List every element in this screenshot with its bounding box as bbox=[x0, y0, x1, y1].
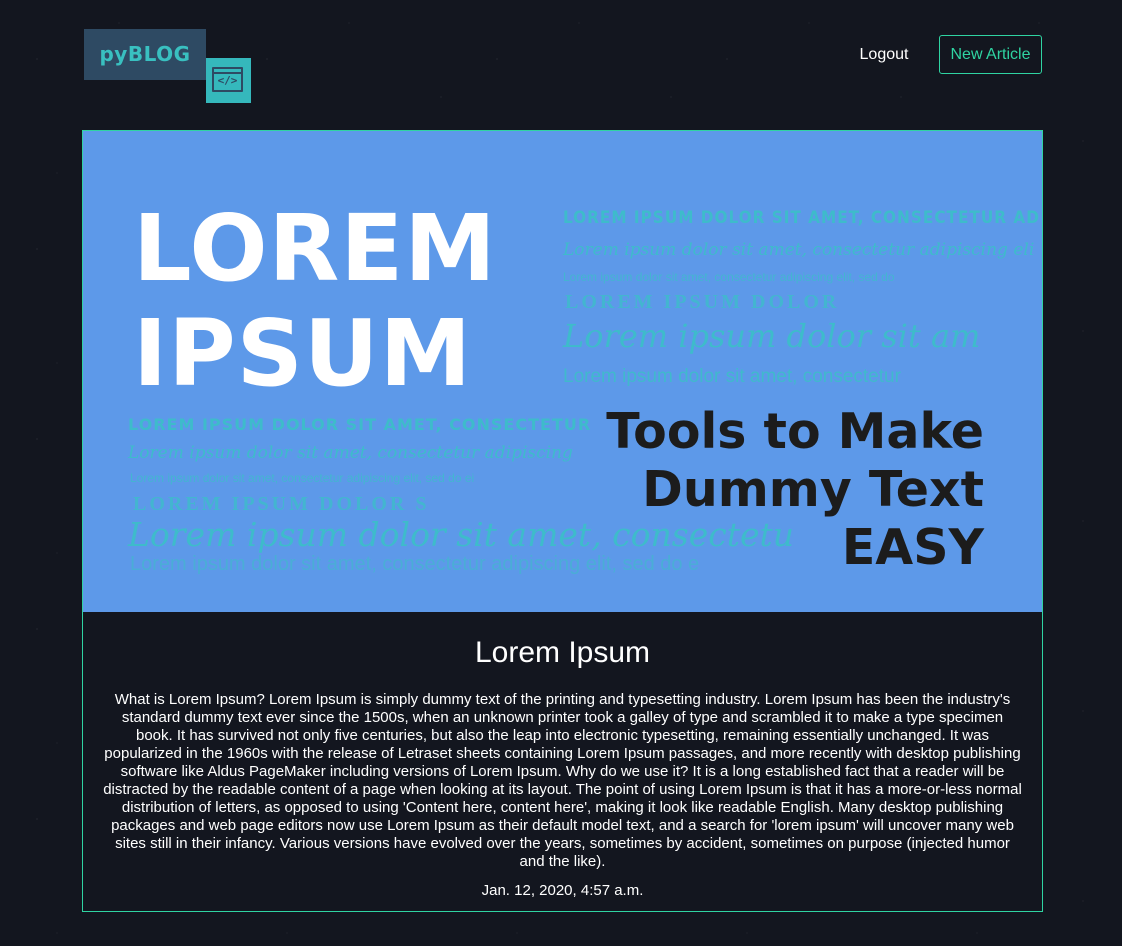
hero-tagline-line: Dummy Text bbox=[642, 461, 984, 518]
hero-deco-text: Lorem ipsum dolor sit amet, consectetur … bbox=[130, 471, 475, 485]
hero-big-text-ipsum: IPSUM bbox=[133, 300, 473, 407]
hero-tagline-line: EASY bbox=[841, 519, 984, 576]
hero-deco-text: LOREM IPSUM DOLOR SIT AMET, CONSECTETUR bbox=[128, 415, 592, 434]
hero-deco-text: LOREM IPSUM DOLOR SIT AMET, CONSECTETUR … bbox=[563, 208, 1040, 228]
hero-deco-text: Lorem ipsum dolor sit am bbox=[563, 317, 981, 355]
hero-deco-text: LOREM IPSUM DOLOR bbox=[565, 291, 840, 313]
logo-text: pyBLOG bbox=[84, 29, 206, 80]
hero-tagline: Tools to Make Dummy Text EASY bbox=[606, 403, 984, 577]
new-article-button[interactable]: New Article bbox=[939, 35, 1042, 74]
site-logo[interactable]: pyBLOG </> bbox=[84, 29, 252, 105]
article-title: Lorem Ipsum bbox=[474, 636, 651, 669]
article-body: What is Lorem Ipsum? Lorem Ipsum is simp… bbox=[103, 691, 1022, 870]
logo-icon-glyph: </> bbox=[217, 74, 238, 87]
hero-deco-text: Lorem ipsum dolor sit amet, consectetur … bbox=[563, 240, 1035, 260]
article-card: LOREM IPSUM LOREM IPSUM DOLOR SIT AMET, … bbox=[82, 130, 1043, 912]
code-window-icon: </> bbox=[206, 58, 251, 103]
logout-link[interactable]: Logout bbox=[844, 36, 924, 74]
article-date: Jan. 12, 2020, 4:57 a.m. bbox=[481, 882, 644, 899]
hero-big-text-lorem: LOREM bbox=[133, 195, 497, 302]
hero-deco-text: LOREM IPSUM DOLOR S bbox=[133, 493, 430, 515]
hero-deco-text: Lorem ipsum dolor sit amet, consectetur bbox=[563, 366, 901, 387]
hero-deco-text: Lorem ipsum dolor sit amet, consectetur … bbox=[563, 270, 895, 284]
article-hero-image: LOREM IPSUM LOREM IPSUM DOLOR SIT AMET, … bbox=[83, 131, 1042, 612]
hero-deco-text: Lorem ipsum dolor sit amet, consectetur … bbox=[128, 443, 573, 463]
hero-tagline-line: Tools to Make bbox=[606, 403, 984, 460]
